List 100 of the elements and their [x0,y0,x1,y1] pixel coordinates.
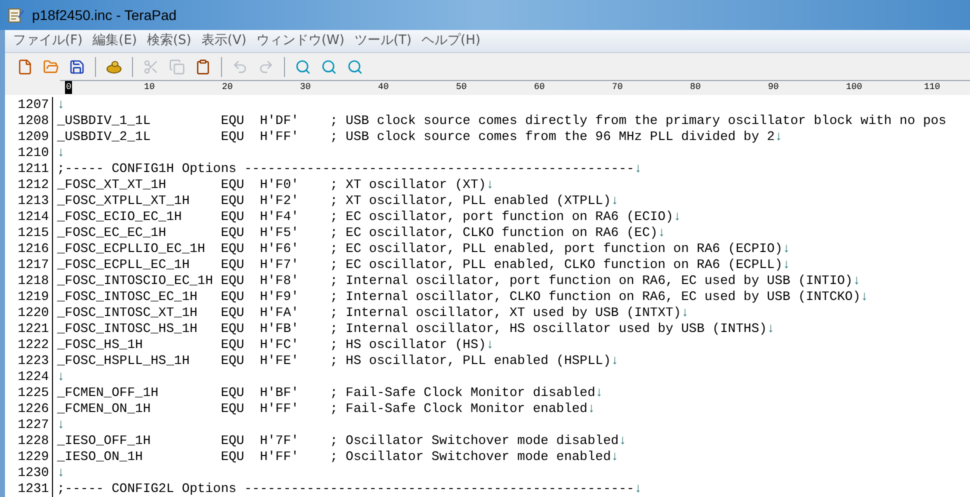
ruler-label: 100 [845,81,864,94]
line-number: 1230 [5,465,53,481]
ruler-label: 50 [455,81,468,94]
line-number: 1231 [5,481,53,497]
ruler-label: 20 [221,81,234,94]
code-line: _FOSC_INTOSC_XT_1H EQU H'FA' ; Internal oscillator, XT used by USB (INTXT) [57,305,682,321]
newline-mark: ↓ [766,321,775,337]
line-number: 1216 [5,241,53,257]
code-line: _FOSC_HSPLL_HS_1H EQU H'FE' ; HS oscillator, PLL enabled (HSPLL) [57,353,611,369]
window-title: p18f2450.inc - TeraPad [32,6,177,25]
newline-mark: ↓ [595,385,604,401]
line-number: 1211 [5,161,53,177]
line-number: 1225 [5,385,53,401]
line-number: 1218 [5,273,53,289]
newline-mark: ↓ [860,289,868,305]
code-line: _FCMEN_ON_1H EQU H'FF' ; Fail-Safe Clock Monitor enabled [57,401,588,417]
line-number: 1207 [5,97,53,113]
code-line: _IESO_ON_1H EQU H'FF' ; Oscillator Switchover mode enabled [57,449,611,465]
newline-mark: ↓ [486,337,494,353]
line-number: 1229 [5,449,53,465]
code-line: _FOSC_INTOSC_EC_1H EQU H'F9' ; Internal oscillator, CLKO function on RA6, EC used by USB (INTCKO) [57,289,861,305]
newline-mark: ↓ [852,273,861,289]
menu-item[interactable]: 検索(S) [146,31,192,51]
code-line: _FOSC_ECIO_EC_1H EQU H'F4' ; EC oscillator, port function on RA6 (ECIO) [57,209,674,225]
newline-mark: ↓ [610,353,619,369]
copy-icon [169,58,185,74]
newline-mark: ↓ [57,97,65,113]
ruler-label: 10 [143,81,156,94]
menu-item[interactable]: ウィンドウ(W) [256,31,344,51]
code-line: _IESO_OFF_1H EQU H'7F' ; Oscillator Switchover mode disabled [57,433,619,449]
ruler-label: 0 [65,81,72,94]
redo-icon [258,58,274,74]
newline-mark: ↓ [681,305,689,321]
save-icon [69,58,85,74]
newline-mark: ↓ [634,481,642,497]
code-line: _FOSC_XTPLL_XT_1H EQU H'F2' ; XT oscillator, PLL enabled (XTPLL) [57,193,611,209]
pot-icon [106,58,122,74]
ruler-label: 30 [299,81,312,94]
code-line: _USBDIV_2_1L EQU H'FF' ; USB clock source comes from the 96 MHz PLL divided by 2 [57,129,775,145]
search-icon [347,58,363,74]
code-line: _USBDIV_1_1L EQU H'DF' ; USB clock source comes directly from the primary oscillator block with no pos [57,113,946,129]
menu-item[interactable]: ファイル(F) [13,31,83,51]
newline-mark: ↓ [588,401,596,417]
code-line: _FOSC_ECPLL_EC_1H EQU H'F7' ; EC oscillator, PLL enabled, CLKO function on RA6 (ECPLL) [57,257,783,273]
line-number: 1217 [5,257,53,273]
line-number: 1220 [5,305,53,321]
newline-mark: ↓ [673,209,682,225]
newline-mark: ↓ [774,129,783,145]
code-line: ;----- CONFIG1H Options -------------------------------------------------- [57,161,634,177]
newline-mark: ↓ [486,177,494,193]
folder-icon [43,58,59,74]
newline-mark: ↓ [610,449,619,465]
cut-icon [143,58,159,74]
code-line: _FOSC_INTOSC_HS_1H EQU H'FB' ; Internal oscillator, HS oscillator used by USB (INTHS) [57,321,767,337]
newline-mark: ↓ [57,369,65,385]
line-number: 1224 [5,369,53,385]
ruler-label: 80 [689,81,702,94]
ruler-label: 60 [533,81,546,94]
ruler-label: 110 [923,81,942,94]
newline-mark: ↓ [618,433,627,449]
undo-icon [232,58,248,74]
newline-mark: ↓ [610,193,619,209]
notepad-icon [8,7,24,23]
ruler-label: 70 [611,81,624,94]
menu-item[interactable]: ヘルプ(H) [422,31,480,51]
menu-item[interactable]: 編集(E) [92,31,137,51]
line-number: 1208 [5,113,53,129]
code-line: _FOSC_EC_EC_1H EQU H'F5' ; EC oscillator, CLKO function on RA6 (EC) [57,225,658,241]
newline-mark: ↓ [57,145,65,161]
line-number: 1227 [5,417,53,433]
menu-item[interactable]: ツール(T) [354,31,412,51]
newline-mark: ↓ [57,465,65,481]
line-number: 1209 [5,129,53,145]
code-line: _FCMEN_OFF_1H EQU H'BF' ; Fail-Safe Clock Monitor disabled [57,385,596,401]
newline-mark: ↓ [782,241,790,257]
code-line: _FOSC_HS_1H EQU H'FC' ; HS oscillator (HS) [57,337,486,353]
ruler-label: 90 [767,81,780,94]
code-line: _FOSC_ECPLLIO_EC_1H EQU H'F6' ; EC oscillator, PLL enabled, port function on RA6 (ECPIO) [57,241,783,257]
newline-mark: ↓ [634,161,642,177]
search-icon [295,58,311,74]
line-number: 1210 [5,145,53,161]
line-number: 1219 [5,289,53,305]
newline-mark: ↓ [782,257,790,273]
menu-item[interactable]: 表示(V) [201,31,246,51]
line-number: 1213 [5,193,53,209]
ruler-label: 40 [377,81,390,94]
line-number: 1215 [5,225,53,241]
new-file-icon [17,58,33,74]
newline-mark: ↓ [57,417,65,433]
line-number: 1223 [5,353,53,369]
search-icon [321,58,337,74]
code-line: _FOSC_INTOSCIO_EC_1H EQU H'F8' ; Internal oscillator, port function on RA6, EC used by USB (INTIO) [57,273,853,289]
paste-icon [195,58,211,74]
code-line: ;----- CONFIG2L Options -------------------------------------------------- [57,481,634,497]
code-line: _FOSC_XT_XT_1H EQU H'F0' ; XT oscillator (XT) [57,177,486,193]
line-number: 1214 [5,209,53,225]
line-number: 1222 [5,337,53,353]
line-number: 1212 [5,177,53,193]
newline-mark: ↓ [658,225,666,241]
line-number: 1226 [5,401,53,417]
